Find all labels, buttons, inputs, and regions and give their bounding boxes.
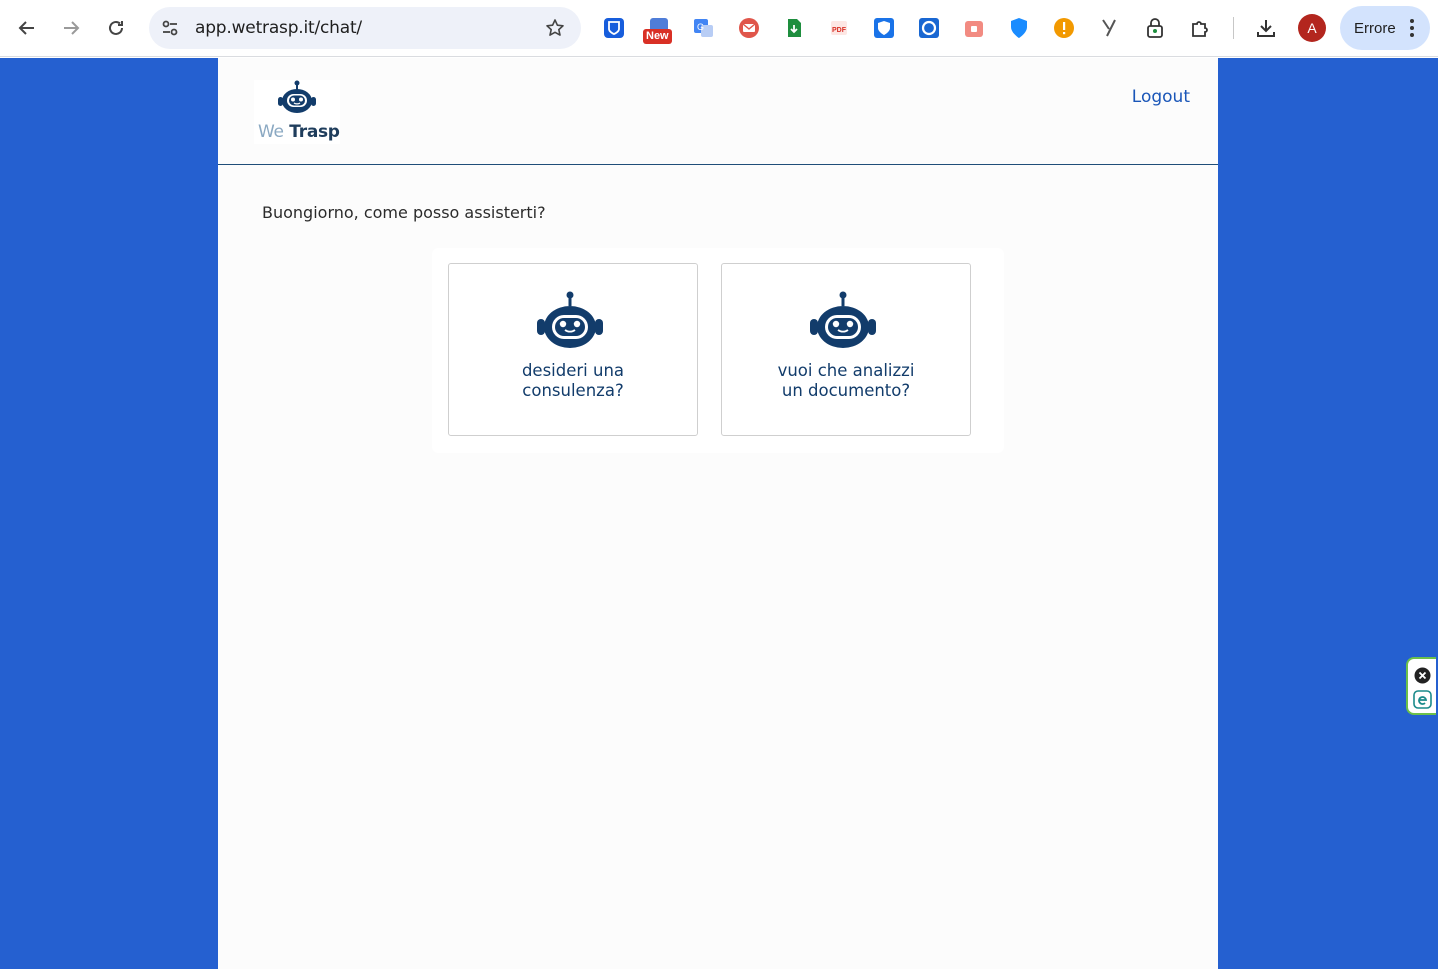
address-bar[interactable]: app.wetrasp.it/chat/ <box>149 7 581 49</box>
logo-text-part1: We <box>258 122 284 142</box>
logo[interactable]: We Trasp <box>254 80 340 144</box>
reload-icon <box>109 20 123 35</box>
reload-button[interactable] <box>98 10 134 46</box>
arrow-left-icon <box>18 21 34 35</box>
consultation-option-card[interactable]: desideri una consulenza? <box>448 263 698 436</box>
mail-icon[interactable] <box>736 15 762 41</box>
close-icon[interactable] <box>1414 667 1431 684</box>
bitwarden-icon[interactable] <box>601 15 627 41</box>
svg-text:G: G <box>697 22 704 32</box>
translate-icon[interactable]: G <box>691 15 717 41</box>
side-widget <box>1406 657 1436 715</box>
robot-icon <box>810 291 876 348</box>
circle-icon[interactable] <box>916 15 942 41</box>
robot-icon <box>537 291 603 348</box>
greeting-text: Buongiorno, come posso assisterti? <box>262 203 546 222</box>
logo-text-part2: Trasp <box>283 122 340 142</box>
forward-button[interactable] <box>53 10 89 46</box>
logout-link[interactable]: Logout <box>1132 87 1190 107</box>
extension-new-badge: New <box>643 29 672 44</box>
analyze-document-option-label: vuoi che analizzi un documento? <box>777 361 915 400</box>
robot-logo-icon <box>278 80 316 113</box>
profile-avatar[interactable]: A <box>1298 14 1326 42</box>
logo-text: We Trasp <box>258 122 340 142</box>
browser-toolbar: app.wetrasp.it/chat/ New G PDF A Errore <box>0 0 1438 57</box>
analyze-document-option-card[interactable]: vuoi che analizzi un documento? <box>721 263 971 436</box>
kebab-menu-icon[interactable] <box>1410 19 1414 37</box>
error-button[interactable]: Errore <box>1340 6 1430 50</box>
grammar-icon[interactable] <box>1096 15 1122 41</box>
extension-e-icon[interactable] <box>1413 690 1432 709</box>
lock-icon[interactable] <box>1142 15 1168 41</box>
arrow-right-icon <box>64 21 80 35</box>
pdf-icon[interactable]: PDF <box>826 15 852 41</box>
bag-icon[interactable] <box>961 15 987 41</box>
blue-shield-icon[interactable] <box>1006 15 1032 41</box>
url-text: app.wetrasp.it/chat/ <box>195 18 362 38</box>
downloads-icon[interactable] <box>1253 15 1279 41</box>
site-settings-icon[interactable] <box>159 17 181 39</box>
app-container: We Trasp Logout Buongiorno, come posso a… <box>218 58 1218 969</box>
options-panel: desideri una consulenza? vuoi che analiz… <box>432 248 1004 453</box>
green-download-icon[interactable] <box>781 15 807 41</box>
puzzle-icon[interactable] <box>1187 15 1213 41</box>
svg-text:PDF: PDF <box>832 27 847 34</box>
warning-icon[interactable] <box>1051 15 1077 41</box>
consultation-option-label: desideri una consulenza? <box>521 361 625 400</box>
back-button[interactable] <box>9 10 45 46</box>
shield-icon[interactable] <box>871 15 897 41</box>
app-header: We Trasp Logout <box>218 58 1218 165</box>
bookmark-star-icon[interactable] <box>545 18 565 38</box>
error-label: Errore <box>1354 19 1396 37</box>
toolbar-divider <box>1233 17 1234 39</box>
